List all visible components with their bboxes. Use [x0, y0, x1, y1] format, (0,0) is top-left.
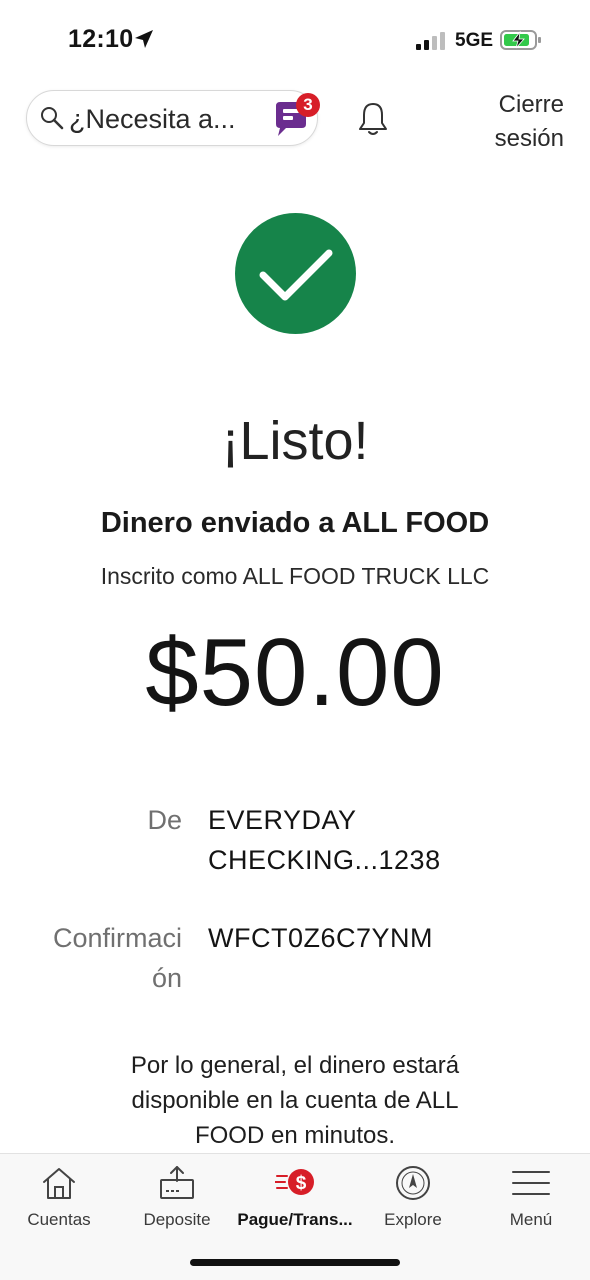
- notification-badge: 3: [296, 93, 320, 117]
- from-account-line2: CHECKING...1238: [208, 845, 441, 875]
- confirmation-label: Confirmaci ón: [0, 918, 182, 998]
- recipient-heading: Dinero enviado a ALL FOOD: [100, 507, 490, 539]
- nav-item-explore[interactable]: Explore: [354, 1154, 472, 1244]
- availability-note: Por lo general, el dinero estará disponi…: [130, 1052, 460, 1149]
- nav-item-deposite[interactable]: Deposite: [118, 1154, 236, 1244]
- location-arrow-icon: [135, 30, 153, 48]
- nav-label: Deposite: [143, 1210, 211, 1229]
- search-icon: [41, 107, 64, 130]
- status-time: 12:10: [68, 25, 134, 53]
- bell-icon[interactable]: [356, 101, 390, 137]
- deposit-icon: [160, 1166, 194, 1199]
- network-type: 5GE: [455, 30, 494, 51]
- from-account-line1: EVERYDAY: [208, 805, 357, 835]
- compass-icon: [396, 1166, 430, 1200]
- battery-charging-icon: [500, 30, 541, 50]
- pay-transfer-icon: $: [275, 1169, 314, 1195]
- nav-label: Explore: [384, 1210, 442, 1229]
- logout-button[interactable]: Cierre sesión: [470, 88, 580, 156]
- svg-text:$: $: [296, 1173, 307, 1194]
- enrolled-as-text: Inscrito como ALL FOOD TRUCK LLC: [100, 563, 490, 589]
- logout-label-line1: Cierre: [498, 91, 564, 118]
- logout-label-line2: sesión: [494, 125, 564, 152]
- cellular-signal-icon: [416, 32, 445, 50]
- home-indicator[interactable]: [190, 1259, 400, 1266]
- confirmation-number: WFCT0Z6C7YNM: [208, 923, 434, 953]
- page-title: ¡Listo!: [221, 411, 369, 471]
- menu-icon: [512, 1171, 550, 1195]
- confirmation-label-line1: Confirmaci: [52, 923, 182, 953]
- search-placeholder: ¿Necesita a...: [69, 104, 236, 134]
- amount-sent: $50.00: [145, 619, 445, 726]
- nav-item-pague-transfiera[interactable]: $ Pague/Trans...: [236, 1154, 354, 1244]
- nav-item-menu[interactable]: Menú: [472, 1154, 590, 1244]
- nav-label: Menú: [509, 1210, 553, 1229]
- home-icon: [43, 1168, 75, 1199]
- status-bar: 12:10 5GE: [0, 0, 590, 80]
- success-check-icon: [235, 213, 356, 334]
- nav-label: Pague/Trans...: [237, 1210, 353, 1229]
- nav-label: Cuentas: [27, 1210, 91, 1229]
- search-bar[interactable]: ¿Necesita a... 3: [26, 90, 320, 146]
- confirmation-label-line2: ón: [151, 963, 182, 993]
- from-account-value: EVERYDAY CHECKING...1238: [208, 800, 508, 880]
- from-label: De: [147, 805, 182, 835]
- nav-item-cuentas[interactable]: Cuentas: [0, 1154, 118, 1244]
